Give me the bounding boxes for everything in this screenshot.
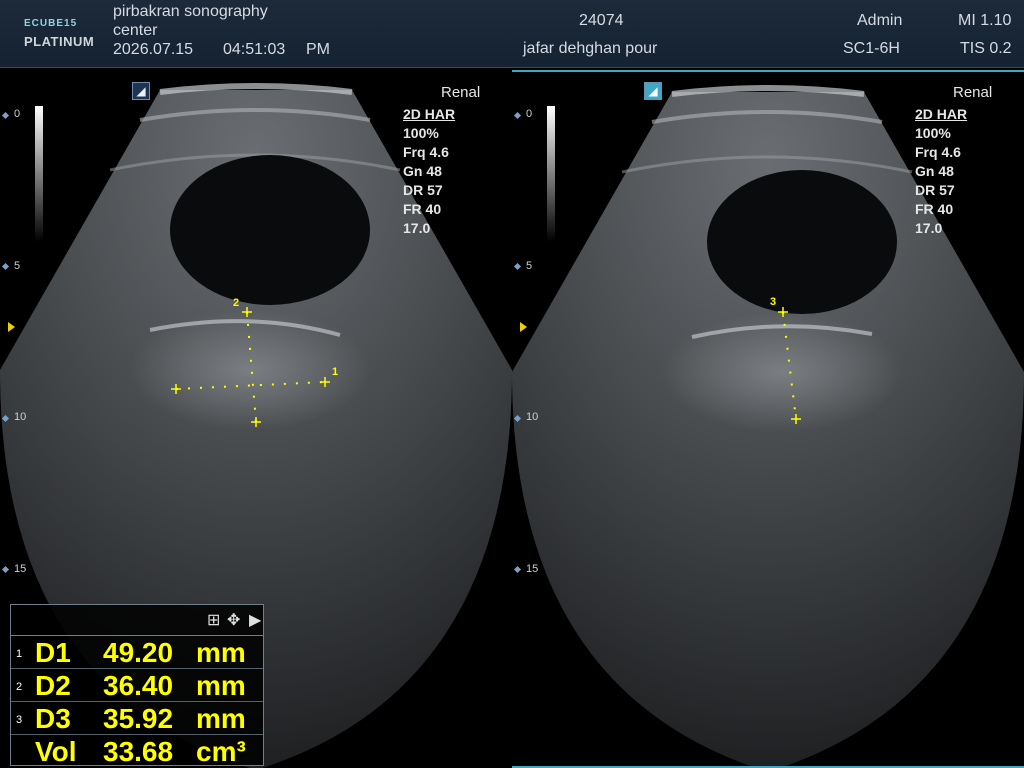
logo-top-text: ECUBE bbox=[24, 18, 65, 29]
header-bar: ECUBE15 PLATINUM pirbakran sonography ce… bbox=[0, 0, 1024, 68]
institution-name: pirbakran sonography bbox=[113, 3, 268, 20]
ecube-logo: ECUBE15 PLATINUM bbox=[24, 18, 94, 49]
imaging-parameters: 2D HAR 100% Frq 4.6 Gn 48 DR 57 FR 40 17… bbox=[915, 105, 967, 238]
right-image-panel[interactable]: ◢ 0 5 10 15 Renal 2D HAR 100% Frq 4.6 Gn… bbox=[512, 70, 1024, 768]
depth-label-15: 15 bbox=[526, 563, 539, 575]
probe-orientation-icon[interactable]: ◢ bbox=[644, 82, 662, 100]
measurement-row: 3 D3 35.92 mm bbox=[11, 702, 263, 735]
probe-name: SC1-6H bbox=[843, 40, 900, 57]
frequency-label: Frq 4.6 bbox=[403, 144, 449, 160]
mode-label[interactable]: 2D HAR bbox=[915, 105, 967, 124]
move-icon[interactable]: ✥ bbox=[227, 610, 240, 630]
logo-suffix: 15 bbox=[64, 18, 78, 29]
gain-label: Gn 48 bbox=[915, 163, 954, 179]
power-label: 100% bbox=[403, 125, 439, 141]
caliper-label-1: 1 bbox=[332, 366, 339, 378]
exam-ampm: PM bbox=[306, 41, 330, 58]
depth-label-5: 5 bbox=[14, 260, 21, 272]
measurement-toolbar: ⊞ ✥ ▶ bbox=[11, 605, 263, 636]
preset-label: Renal bbox=[953, 84, 993, 101]
exam-time: 04:51:03 bbox=[223, 41, 286, 58]
dynamic-range-label: DR 57 bbox=[403, 182, 443, 198]
measurement-row: 2 D2 36.40 mm bbox=[11, 669, 263, 702]
depth-label-15: 15 bbox=[14, 563, 27, 575]
mode-label[interactable]: 2D HAR bbox=[403, 105, 455, 124]
exam-date: 2026.07.15 bbox=[113, 41, 194, 58]
depth-label-10: 10 bbox=[526, 411, 539, 423]
frequency-label: Frq 4.6 bbox=[915, 144, 961, 160]
imaging-parameters: 2D HAR 100% Frq 4.6 Gn 48 DR 57 FR 40 17… bbox=[403, 105, 455, 238]
grayscale-bar bbox=[547, 106, 555, 242]
depth-label-0: 0 bbox=[14, 108, 21, 120]
depth-value-label: 17.0 bbox=[403, 220, 431, 236]
gain-label: Gn 48 bbox=[403, 163, 442, 179]
caliper-label-2: 2 bbox=[233, 297, 240, 309]
patient-name: jafar dehghan pour bbox=[523, 40, 658, 57]
measurement-results-box[interactable]: ⊞ ✥ ▶ 1 D1 49.20 mm 2 D2 36.40 mm 3 D3 3… bbox=[10, 604, 264, 767]
depth-value-label: 17.0 bbox=[915, 220, 943, 236]
logo-bottom-text: PLATINUM bbox=[24, 34, 95, 49]
mechanical-index: MI 1.10 bbox=[958, 12, 1012, 29]
thermal-index: TIS 0.2 bbox=[960, 40, 1012, 57]
power-label: 100% bbox=[915, 125, 951, 141]
expand-arrow-icon[interactable]: ▶ bbox=[249, 610, 261, 630]
patient-id: 24074 bbox=[579, 12, 624, 29]
frame-rate-label: FR 40 bbox=[403, 201, 442, 217]
measurement-row: 1 D1 49.20 mm bbox=[11, 636, 263, 669]
caliper-label-3: 3 bbox=[770, 296, 777, 308]
preset-label: Renal bbox=[441, 84, 481, 101]
grayscale-bar bbox=[35, 106, 43, 242]
layout-icon[interactable]: ⊞ bbox=[207, 610, 220, 630]
frame-rate-label: FR 40 bbox=[915, 201, 954, 217]
institution-name-line2: center bbox=[113, 22, 158, 39]
focus-marker[interactable] bbox=[520, 322, 527, 332]
operator-name: Admin bbox=[857, 12, 903, 29]
measurement-row-volume: Vol 33.68 cm³ bbox=[35, 736, 246, 767]
dynamic-range-label: DR 57 bbox=[915, 182, 955, 198]
depth-label-10: 10 bbox=[14, 411, 27, 423]
probe-orientation-icon[interactable]: ◢ bbox=[132, 82, 150, 100]
depth-label-5: 5 bbox=[526, 260, 533, 272]
depth-label-0: 0 bbox=[526, 108, 533, 120]
focus-marker[interactable] bbox=[8, 322, 15, 332]
